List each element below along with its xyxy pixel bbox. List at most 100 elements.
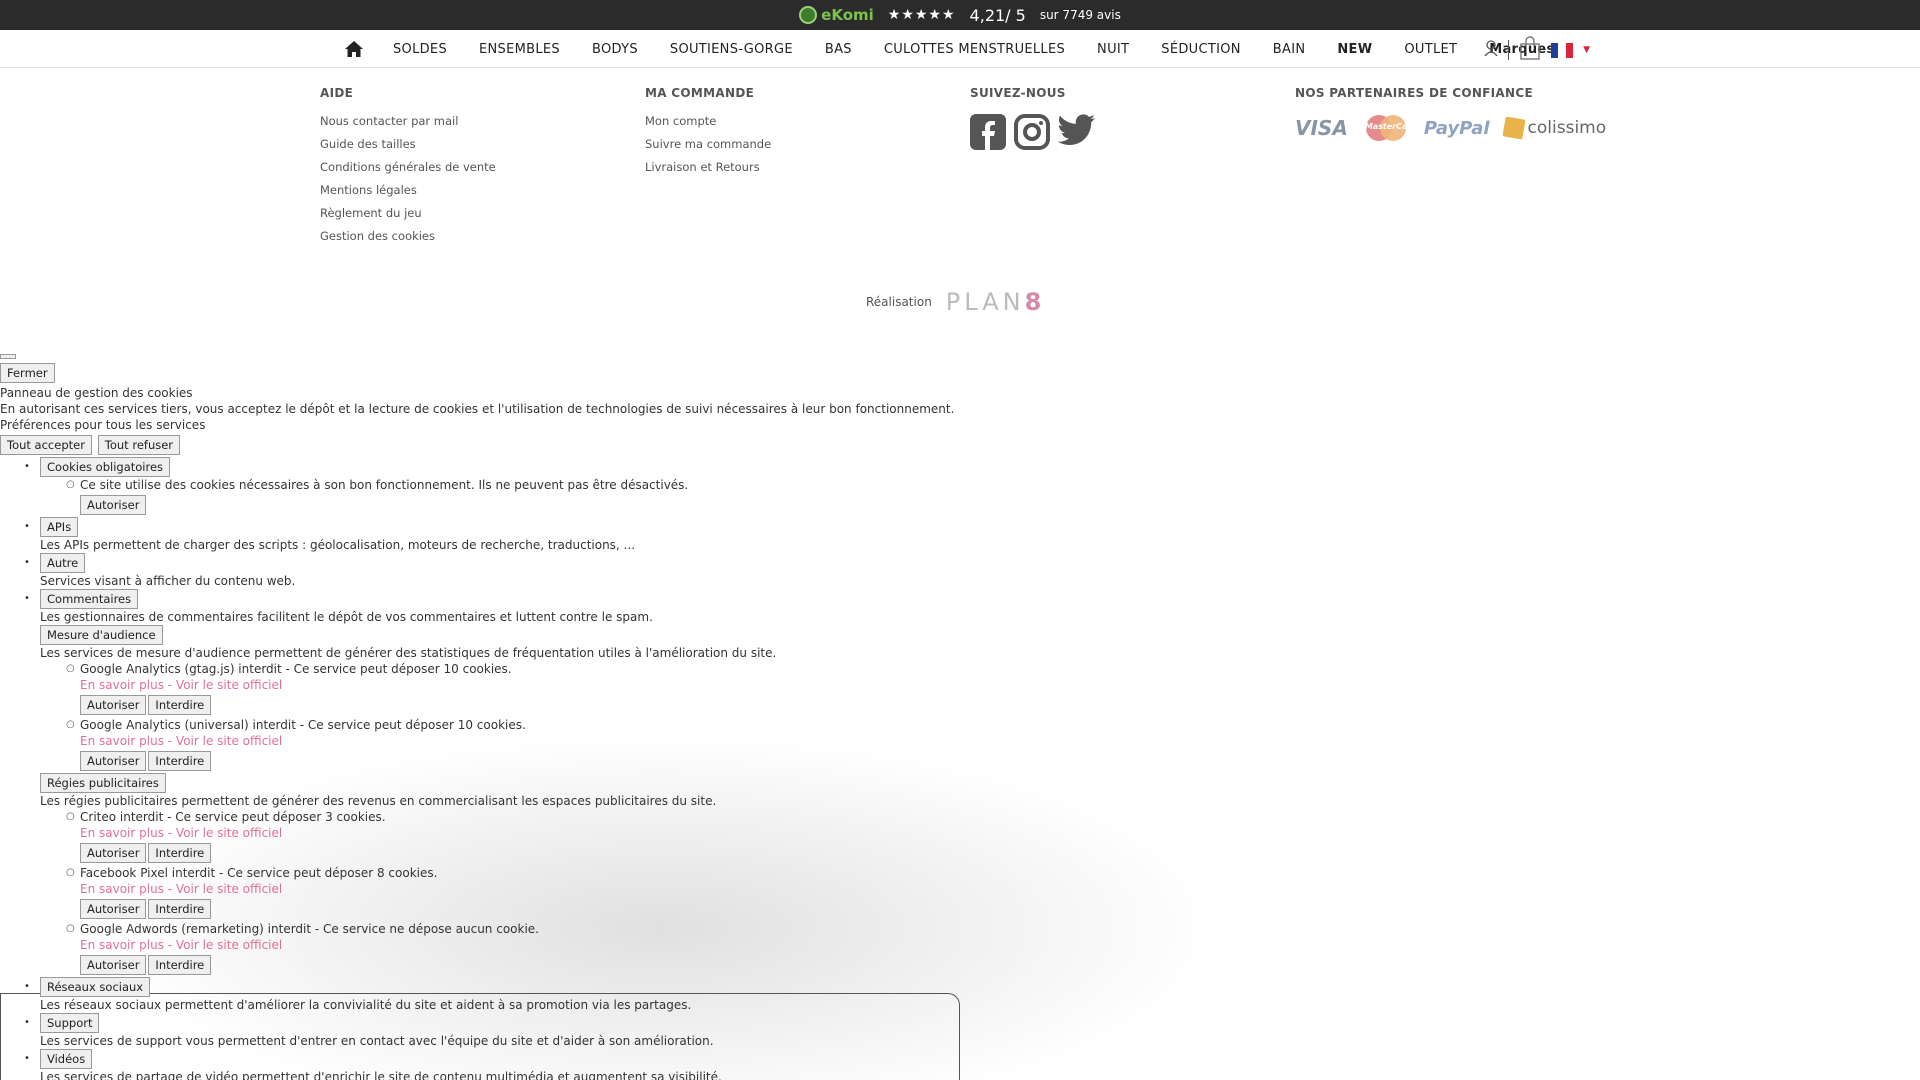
ekomi-logo: eKomi xyxy=(799,6,874,24)
category-regies: Régies publicitaires Les régies publicit… xyxy=(0,773,1100,975)
instagram-icon[interactable] xyxy=(1014,114,1050,154)
autre-desc: Services visant à afficher du contenu we… xyxy=(40,574,296,588)
language-flag-icon[interactable] xyxy=(1551,42,1574,58)
category-autre-button[interactable]: Autre xyxy=(40,553,86,573)
link-contact[interactable]: Nous contacter par mail xyxy=(320,114,496,128)
account-icon[interactable] xyxy=(1484,40,1498,60)
accept-all-button[interactable]: Tout accepter xyxy=(0,435,92,455)
fbpixel-more-link[interactable]: En savoir plus xyxy=(80,882,164,896)
category-mandatory-button[interactable]: Cookies obligatoires xyxy=(40,457,171,477)
service-adwords-label: Google Adwords (remarketing) interdit - … xyxy=(80,922,539,936)
category-apis-button[interactable]: APIs xyxy=(40,517,79,537)
category-commentaires-button[interactable]: Commentaires xyxy=(40,589,139,609)
category-reseaux-button[interactable]: Réseaux sociaux xyxy=(40,977,151,997)
ga-gtag-site-link[interactable]: Voir le site officiel xyxy=(176,678,282,692)
audience-desc: Les services de mesure d'audience permet… xyxy=(40,646,777,660)
criteo-deny-button[interactable]: Interdire xyxy=(148,843,212,863)
nav-soutiens-gorge[interactable]: SOUTIENS-GORGE xyxy=(670,42,793,57)
footer-heading-partenaires: NOS PARTENAIRES DE CONFIANCE xyxy=(1295,86,1533,100)
cookie-prefs-label: Préférences pour tous les services xyxy=(0,418,206,432)
footer-heading-commande: MA COMMANDE xyxy=(645,86,755,100)
commentaires-desc: Les gestionnaires de commentaires facili… xyxy=(40,610,653,624)
link-cookies[interactable]: Gestion des cookies xyxy=(320,229,496,243)
regies-desc: Les régies publicitaires permettent de g… xyxy=(40,794,717,808)
nav-outlet[interactable]: OUTLET xyxy=(1404,42,1457,57)
ga-universal-allow-button[interactable]: Autoriser xyxy=(80,751,147,771)
rating-stars-icon: ★★★★★ xyxy=(887,7,956,23)
mandatory-allow-button[interactable]: Autoriser xyxy=(80,495,147,515)
fbpixel-deny-button[interactable]: Interdire xyxy=(148,899,212,919)
nav-soldes[interactable]: SOLDES xyxy=(393,42,447,57)
criteo-site-link[interactable]: Voir le site officiel xyxy=(176,826,282,840)
category-support-button[interactable]: Support xyxy=(40,1013,100,1033)
refuse-all-button[interactable]: Tout refuser xyxy=(97,435,181,455)
service-adwords: ○ Google Adwords (remarketing) interdit … xyxy=(66,921,1100,975)
plan8-logo[interactable]: PLAN8 xyxy=(946,288,1045,316)
criteo-allow-button[interactable]: Autoriser xyxy=(80,843,147,863)
category-mandatory: • Cookies obligatoires ○ Ce site utilise… xyxy=(0,457,1100,515)
chevron-down-icon[interactable]: ▼ xyxy=(1583,45,1590,55)
category-commentaires: • Commentaires Les gestionnaires de comm… xyxy=(0,589,1100,625)
footer-col-commande: MA COMMANDE Mon compte Suivre ma command… xyxy=(645,86,771,183)
reseaux-desc: Les réseaux sociaux permettent d'amélior… xyxy=(40,998,692,1012)
footer-col-suivez: SUIVEZ-NOUS xyxy=(970,86,1096,154)
category-regies-button[interactable]: Régies publicitaires xyxy=(40,773,166,793)
footer-col-partenaires: NOS PARTENAIRES DE CONFIANCE VISA Master… xyxy=(1295,86,1606,142)
nav-new[interactable]: NEW xyxy=(1337,42,1372,57)
adwords-deny-button[interactable]: Interdire xyxy=(148,955,212,975)
plan8-num: 8 xyxy=(1024,288,1046,316)
nav-bain[interactable]: BAIN xyxy=(1273,42,1306,57)
divider xyxy=(1508,40,1510,60)
adwords-more-link[interactable]: En savoir plus xyxy=(80,938,164,952)
nav-bodys[interactable]: BODYS xyxy=(592,42,638,57)
category-audience-button[interactable]: Mesure d'audience xyxy=(40,625,163,645)
review-banner[interactable]: eKomi ★★★★★ 4,21/ 5 sur 7749 avis xyxy=(0,0,1920,30)
nav-bas[interactable]: BAS xyxy=(825,42,852,57)
link-mentions[interactable]: Mentions légales xyxy=(320,183,496,197)
cookie-categories: • Cookies obligatoires ○ Ce site utilise… xyxy=(0,457,1100,1080)
link-reglement[interactable]: Règlement du jeu xyxy=(320,206,496,220)
mandatory-desc: Ce site utilise des cookies nécessaires … xyxy=(80,478,689,492)
adwords-allow-button[interactable]: Autoriser xyxy=(80,955,147,975)
nav-culottes-menstruelles[interactable]: CULOTTES MENSTRUELLES xyxy=(884,42,1065,57)
service-ga-gtag: ○ Google Analytics (gtag.js) interdit - … xyxy=(66,661,1100,715)
cookie-collapse-button[interactable] xyxy=(0,354,16,359)
home-icon[interactable] xyxy=(345,41,363,57)
cookie-panel-title: Panneau de gestion des cookies xyxy=(0,386,193,400)
criteo-more-link[interactable]: En savoir plus xyxy=(80,826,164,840)
facebook-icon[interactable] xyxy=(970,114,1006,154)
ga-universal-more-link[interactable]: En savoir plus xyxy=(80,734,164,748)
footer: AIDE Nous contacter par mail Guide des t… xyxy=(320,86,1620,256)
category-apis: • APIs Les APIs permettent de charger de… xyxy=(0,517,1100,553)
cookie-intro: En autorisant ces services tiers, vous a… xyxy=(0,402,955,416)
link-guide-tailles[interactable]: Guide des tailles xyxy=(320,137,496,151)
visa-logo: VISA xyxy=(1295,116,1348,140)
colissimo-logo: colissimo xyxy=(1501,116,1606,140)
ga-universal-deny-button[interactable]: Interdire xyxy=(148,751,212,771)
fbpixel-site-link[interactable]: Voir le site officiel xyxy=(176,882,282,896)
main-nav: SOLDES ENSEMBLES BODYS SOUTIENS-GORGE BA… xyxy=(0,30,1920,68)
ga-gtag-deny-button[interactable]: Interdire xyxy=(148,695,212,715)
category-videos-button[interactable]: Vidéos xyxy=(40,1049,93,1069)
link-mon-compte[interactable]: Mon compte xyxy=(645,114,771,128)
link-cgv[interactable]: Conditions générales de vente xyxy=(320,160,496,174)
ga-universal-site-link[interactable]: Voir le site officiel xyxy=(176,734,282,748)
link-suivre-commande[interactable]: Suivre ma commande xyxy=(645,137,771,151)
link-livraison[interactable]: Livraison et Retours xyxy=(645,160,771,174)
mastercard-logo: MasterCard xyxy=(1362,114,1417,142)
nav-seduction[interactable]: SÉDUCTION xyxy=(1161,42,1241,57)
adwords-site-link[interactable]: Voir le site officiel xyxy=(176,938,282,952)
ga-gtag-allow-button[interactable]: Autoriser xyxy=(80,695,147,715)
realisation-label: Réalisation xyxy=(866,295,932,309)
service-criteo: ○ Criteo interdit - Ce service peut dépo… xyxy=(66,809,1100,863)
fbpixel-allow-button[interactable]: Autoriser xyxy=(80,899,147,919)
nav-nuit[interactable]: NUIT xyxy=(1097,42,1129,57)
ekomi-label: eKomi xyxy=(821,6,874,24)
colissimo-box-icon xyxy=(1501,116,1526,140)
service-facebook-pixel: ○ Facebook Pixel interdit - Ce service p… xyxy=(66,865,1100,919)
twitter-icon[interactable] xyxy=(1057,114,1096,154)
cart-icon[interactable] xyxy=(1519,36,1541,64)
ga-gtag-more-link[interactable]: En savoir plus xyxy=(80,678,164,692)
cookie-close-button[interactable]: Fermer xyxy=(0,363,55,383)
nav-ensembles[interactable]: ENSEMBLES xyxy=(479,42,560,57)
